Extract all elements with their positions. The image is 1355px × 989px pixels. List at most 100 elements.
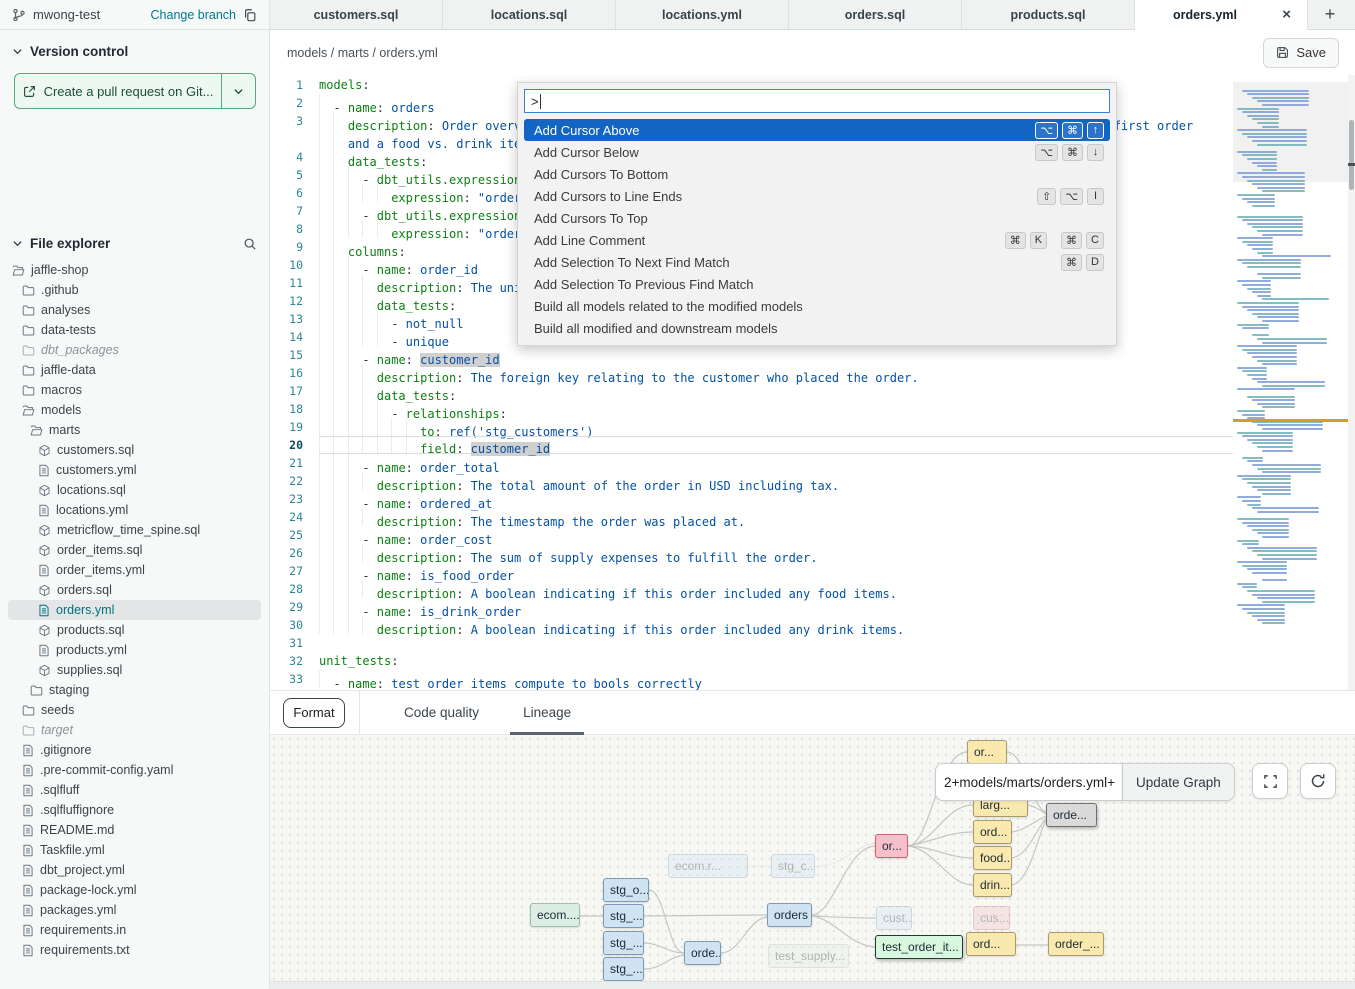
code-line[interactable]: 31 — [270, 634, 1233, 652]
file-tree-item-.pre-commit-config.yaml[interactable]: .pre-commit-config.yaml — [8, 760, 261, 780]
command-item-add-cursors-to-top[interactable]: Add Cursors To Top — [524, 207, 1110, 229]
file-tree-item-metricflow-time-spine.sql[interactable]: metricflow_time_spine.sql — [8, 520, 261, 540]
lineage-node[interactable]: test_order_it... — [875, 935, 963, 959]
change-branch-link[interactable]: Change branch — [151, 8, 236, 22]
file-tree-item-requirements.in[interactable]: requirements.in — [8, 920, 261, 940]
lineage-node[interactable]: ord... — [973, 820, 1012, 844]
lineage-node[interactable]: cus... — [973, 906, 1010, 930]
fullscreen-button[interactable] — [1252, 763, 1288, 799]
file-tree-item-.sqlfluffignore[interactable]: .sqlfluffignore — [8, 800, 261, 820]
tab-orders-sql[interactable]: orders.sql — [789, 0, 962, 29]
code-line[interactable]: 33- name: test_order_items_compute_to_bo… — [270, 670, 1233, 688]
command-item-build-all-models-related-to-the-modified-models[interactable]: Build all models related to the modified… — [524, 295, 1110, 317]
file-tree-item-jaffle-shop[interactable]: jaffle-shop — [8, 260, 261, 280]
code-line[interactable]: 15- name: customer_id — [270, 346, 1233, 364]
tab-customers-sql[interactable]: customers.sql — [270, 0, 443, 29]
command-item-add-cursors-to-bottom[interactable]: Add Cursors To Bottom — [524, 163, 1110, 185]
pr-dropdown-toggle[interactable] — [221, 74, 255, 108]
lineage-selector-input[interactable]: 2+models/marts/orders.yml+ — [935, 763, 1122, 801]
file-tree-item-orders.sql[interactable]: orders.sql — [8, 580, 261, 600]
file-tree-item-taskfile.yml[interactable]: Taskfile.yml — [8, 840, 261, 860]
lineage-node[interactable]: ecom.... — [530, 903, 580, 927]
file-tree-item-customers.yml[interactable]: customers.yml — [8, 460, 261, 480]
file-tree-item-jaffle-data[interactable]: jaffle-data — [8, 360, 261, 380]
copy-icon[interactable] — [243, 8, 257, 22]
tab-code-quality[interactable]: Code quality — [404, 690, 479, 735]
lineage-node[interactable]: food... — [973, 846, 1012, 870]
file-explorer-header[interactable]: File explorer — [0, 222, 269, 259]
lineage-scroll-strip[interactable] — [270, 981, 1355, 989]
command-item-add-cursor-below[interactable]: Add Cursor Below⌥⌘↓ — [524, 141, 1110, 163]
code-line[interactable]: 27- name: is_food_order — [270, 562, 1233, 580]
lineage-node[interactable]: stg_... — [603, 931, 644, 955]
minimap[interactable] — [1233, 82, 1348, 657]
file-tree-item-.gitignore[interactable]: .gitignore — [8, 740, 261, 760]
code-line[interactable]: 26description: The sum of supply expense… — [270, 544, 1233, 562]
lineage-node[interactable]: ecom.r... — [668, 854, 748, 878]
version-control-header[interactable]: Version control — [0, 30, 269, 67]
tab-products-sql[interactable]: products.sql — [962, 0, 1135, 29]
scrollbar-thumb[interactable] — [1349, 120, 1354, 190]
file-tree-item-locations.yml[interactable]: locations.yml — [8, 500, 261, 520]
code-line[interactable]: 23- name: ordered_at — [270, 490, 1233, 508]
create-pr-button[interactable]: Create a pull request on Git... — [14, 73, 256, 109]
file-tree-item-order-items.yml[interactable]: order_items.yml — [8, 560, 261, 580]
file-tree-item-requirements.txt[interactable]: requirements.txt — [8, 940, 261, 960]
lineage-node[interactable]: stg_c... — [771, 854, 815, 878]
format-button[interactable]: Format — [283, 698, 345, 728]
lineage-canvas[interactable]: ecom....stg_o...stg_...stg_...stg_...ord… — [270, 735, 1355, 981]
code-line[interactable]: 24description: The timestamp the order w… — [270, 508, 1233, 526]
code-line[interactable]: 18- relationships: — [270, 400, 1233, 418]
lineage-node[interactable]: stg_... — [603, 957, 644, 981]
close-tab-icon[interactable]: × — [1278, 6, 1295, 23]
code-line[interactable]: 29- name: is_drink_order — [270, 598, 1233, 616]
file-tree-item-marts[interactable]: marts — [8, 420, 261, 440]
lineage-node[interactable]: drin... — [973, 873, 1012, 897]
file-tree-item-analyses[interactable]: analyses — [8, 300, 261, 320]
file-tree-item-customers.sql[interactable]: customers.sql — [8, 440, 261, 460]
new-tab-button[interactable]: + — [1308, 0, 1352, 29]
file-tree-item-.github[interactable]: .github — [8, 280, 261, 300]
command-item-add-cursor-above[interactable]: Add Cursor Above⌥⌘↑ — [524, 119, 1110, 141]
code-line[interactable]: 30description: A boolean indicating if t… — [270, 616, 1233, 634]
file-tree-item-dbt-packages[interactable]: dbt_packages — [8, 340, 261, 360]
file-tree-item-staging[interactable]: staging — [8, 680, 261, 700]
tab-lineage[interactable]: Lineage — [523, 690, 571, 735]
file-tree-item-products.yml[interactable]: products.yml — [8, 640, 261, 660]
lineage-node[interactable]: order_... — [1048, 932, 1104, 956]
file-tree-item-macros[interactable]: macros — [8, 380, 261, 400]
code-line[interactable]: 22description: The total amount of the o… — [270, 472, 1233, 490]
code-line[interactable]: 32unit_tests: — [270, 652, 1233, 670]
file-tree-item-locations.sql[interactable]: locations.sql — [8, 480, 261, 500]
code-line[interactable]: 17data_tests: — [270, 382, 1233, 400]
lineage-node[interactable]: or... — [875, 834, 908, 858]
tab-locations-yml[interactable]: locations.yml — [616, 0, 789, 29]
file-tree-item-packages.yml[interactable]: packages.yml — [8, 900, 261, 920]
lineage-node[interactable]: ord... — [966, 932, 1016, 956]
lineage-node[interactable]: orde... — [684, 941, 721, 965]
lineage-node[interactable]: or... — [967, 740, 1007, 764]
lineage-node[interactable]: orde... — [1046, 803, 1097, 827]
code-line[interactable]: 28description: A boolean indicating if t… — [270, 580, 1233, 598]
file-tree-item-data-tests[interactable]: data-tests — [8, 320, 261, 340]
lineage-node[interactable]: test_supply... — [768, 944, 849, 968]
command-item-add-line-comment[interactable]: Add Line Comment⌘K⌘C — [524, 229, 1110, 251]
command-item-add-selection-to-previous-find-match[interactable]: Add Selection To Previous Find Match — [524, 273, 1110, 295]
refresh-button[interactable] — [1300, 763, 1336, 799]
editor-scrollbar[interactable] — [1348, 75, 1355, 690]
code-editor[interactable]: 1models:2- name: orders3description: Ord… — [270, 75, 1355, 690]
file-tree-item-supplies.sql[interactable]: supplies.sql — [8, 660, 261, 680]
file-tree-item-readme.md[interactable]: README.md — [8, 820, 261, 840]
command-item-add-cursors-to-line-ends[interactable]: Add Cursors to Line Ends⇧⌥I — [524, 185, 1110, 207]
lineage-node[interactable]: stg_o... — [603, 878, 649, 902]
search-icon[interactable] — [243, 237, 257, 251]
command-item-build-all-modified-and-downstream-models[interactable]: Build all modified and downstream models — [524, 317, 1110, 339]
lineage-node[interactable]: stg_... — [603, 904, 644, 928]
command-palette-input[interactable]: > — [524, 89, 1110, 113]
file-tree-item-products.sql[interactable]: products.sql — [8, 620, 261, 640]
file-tree-item-.sqlfluff[interactable]: .sqlfluff — [8, 780, 261, 800]
code-line[interactable]: 25- name: order_cost — [270, 526, 1233, 544]
lineage-node[interactable]: orders — [767, 903, 812, 927]
file-tree-item-orders.yml[interactable]: orders.yml — [8, 600, 261, 620]
tab-locations-sql[interactable]: locations.sql — [443, 0, 616, 29]
